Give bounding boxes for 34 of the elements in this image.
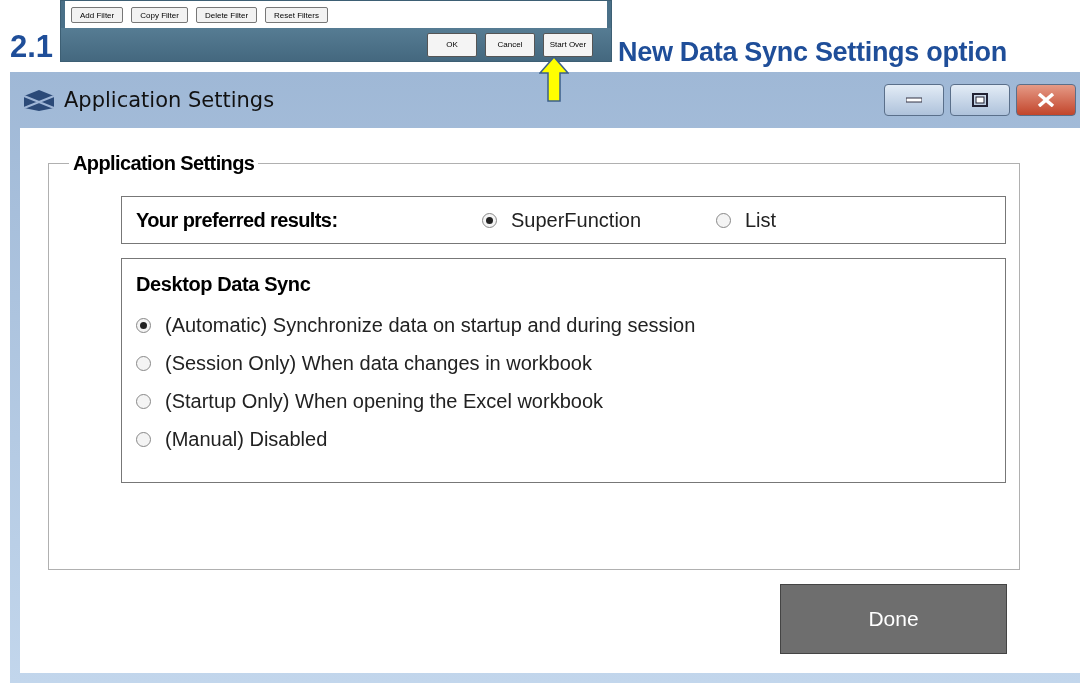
filter-button[interactable]: Reset Filters [265,7,328,23]
radio-button[interactable] [136,393,151,409]
filter-button[interactable]: Copy Filter [131,7,188,23]
radio-option[interactable]: (Session Only) When data changes in workbook [136,344,991,382]
data-sync-title: Desktop Data Sync [136,273,312,296]
results-label: Your preferred results: [136,208,339,232]
radio-option[interactable]: List [716,208,777,232]
dialog-button[interactable]: Cancel [485,32,535,57]
maximize-button[interactable] [950,84,1010,116]
radio-button[interactable] [136,355,151,371]
envelope-icon [22,88,56,112]
radio-option[interactable]: SuperFunction [482,208,716,232]
section-title: New Data Sync Settings option [617,37,1007,68]
section-number: 2.1 [9,30,55,64]
radio-button[interactable] [136,431,151,447]
filter-button[interactable]: Add Filter [71,7,124,23]
group-title: Application Settings [69,152,259,175]
radio-button[interactable] [136,317,151,333]
up-arrow-icon [539,56,569,102]
minimize-button[interactable] [884,84,944,116]
radio-option[interactable]: (Manual) Disabled [136,420,991,458]
dialog-button[interactable]: OK [427,32,477,57]
close-button[interactable] [1016,84,1076,116]
radio-button[interactable] [482,212,497,228]
radio-option[interactable]: (Automatic) Synchronize data on startup and during session [136,306,991,344]
filter-button[interactable]: Delete Filter [195,7,258,23]
minimize-icon [906,97,922,103]
radio-option[interactable]: (Startup Only) When opening the Excel workbook [136,382,991,420]
radio-button[interactable] [716,212,731,228]
maximize-icon [972,93,988,107]
done-button[interactable]: Done [780,584,1007,654]
close-icon [1037,93,1055,107]
window-title: Application Settings [64,88,275,112]
dialog-button[interactable]: Start Over [543,32,593,57]
